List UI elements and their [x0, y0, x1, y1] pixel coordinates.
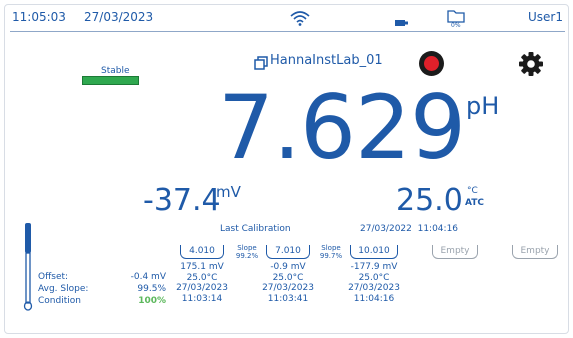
slope-label: Slope — [321, 244, 341, 252]
gear-icon[interactable] — [517, 50, 545, 82]
battery-plug-icon — [394, 13, 410, 32]
buffer-mv: -177.9 mV — [350, 262, 398, 272]
buffer-slot-empty-2[interactable]: Empty — [512, 245, 558, 259]
ph-unit: pH — [466, 92, 500, 120]
buffer-slot-1[interactable]: 4.010 — [180, 245, 224, 259]
wifi-icon[interactable] — [289, 10, 311, 30]
buffer-date: 27/03/2023 — [262, 283, 314, 293]
file-name[interactable]: HannaInstLab_01 — [270, 53, 383, 68]
stat-value: -0.4 mV — [130, 272, 166, 282]
buffer-temp: 25.0°C — [358, 272, 390, 283]
empty-slot-label: Empty — [520, 246, 550, 256]
buffer-time: 11:03:14 — [181, 293, 223, 304]
stability-bar — [82, 76, 139, 85]
stat-label: Offset: — [38, 272, 69, 282]
buffer-slot-2[interactable]: 7.010 — [266, 245, 310, 259]
temp-value: 25.0 — [396, 183, 463, 218]
stat-avg-slope: Avg. Slope: 99.5% — [38, 283, 166, 295]
buffer-mv: 175.1 mV — [180, 262, 224, 272]
stat-value: 100% — [138, 296, 166, 306]
clock-time: 11:05:03 — [12, 10, 66, 24]
buffer-details-1: 175.1 mV 25.0°C 27/03/2023 11:03:14 — [172, 262, 232, 304]
temp-mode: ATC — [465, 198, 485, 208]
buffer-value: 7.010 — [275, 246, 301, 256]
status-bar: 11:05:03 27/03/2023 0% User1 — [10, 8, 565, 32]
mv-value: -37.4 — [143, 183, 221, 218]
mv-unit: mV — [216, 183, 241, 201]
storage-percent: 0% — [451, 22, 461, 29]
stat-label: Condition — [38, 296, 81, 306]
ph-value: 7.629 — [218, 76, 466, 179]
clock-date: 27/03/2023 — [84, 10, 154, 24]
buffer-date: 27/03/2023 — [348, 283, 400, 293]
buffer-temp: 25.0°C — [272, 272, 304, 283]
stat-condition: Condition 100% — [38, 295, 166, 307]
slope-2: Slope 99.7% — [316, 244, 346, 260]
empty-slot-label: Empty — [440, 246, 470, 256]
buffer-time: 11:04:16 — [353, 293, 395, 304]
slope-label: Slope — [237, 244, 257, 252]
buffer-details-2: -0.9 mV 25.0°C 27/03/2023 11:03:41 — [258, 262, 318, 304]
stat-label: Avg. Slope: — [38, 284, 89, 294]
stat-value: 99.5% — [137, 284, 166, 294]
buffer-temp: 25.0°C — [186, 272, 218, 283]
buffer-date: 27/03/2023 — [176, 283, 228, 293]
buffer-value: 10.010 — [358, 246, 390, 256]
buffer-mv: -0.9 mV — [270, 262, 306, 272]
slope-value: 99.2% — [235, 252, 259, 260]
user-name[interactable]: User1 — [528, 10, 563, 24]
calibration-datetime: 27/03/2022 11:04:16 — [360, 224, 459, 234]
buffer-slot-3[interactable]: 10.010 — [350, 245, 398, 259]
stability-label: Stable — [101, 66, 130, 76]
stat-offset: Offset: -0.4 mV — [38, 271, 166, 283]
buffer-time: 11:03:41 — [267, 293, 309, 304]
record-icon — [424, 56, 439, 71]
calibration-stats: Offset: -0.4 mV Avg. Slope: 99.5% Condit… — [38, 271, 166, 307]
slope-1: Slope 99.2% — [232, 244, 262, 260]
buffer-slot-empty-1[interactable]: Empty — [432, 245, 478, 259]
file-copy-icon — [254, 55, 268, 74]
record-button[interactable] — [419, 51, 444, 76]
slope-value: 99.7% — [319, 252, 343, 260]
electrode-icon — [22, 222, 34, 316]
buffer-value: 4.010 — [189, 246, 215, 256]
buffer-details-3: -177.9 mV 25.0°C 27/03/2023 11:04:16 — [342, 262, 406, 304]
calibration-title: Last Calibration — [220, 224, 291, 234]
temp-unit: °C — [467, 186, 478, 196]
